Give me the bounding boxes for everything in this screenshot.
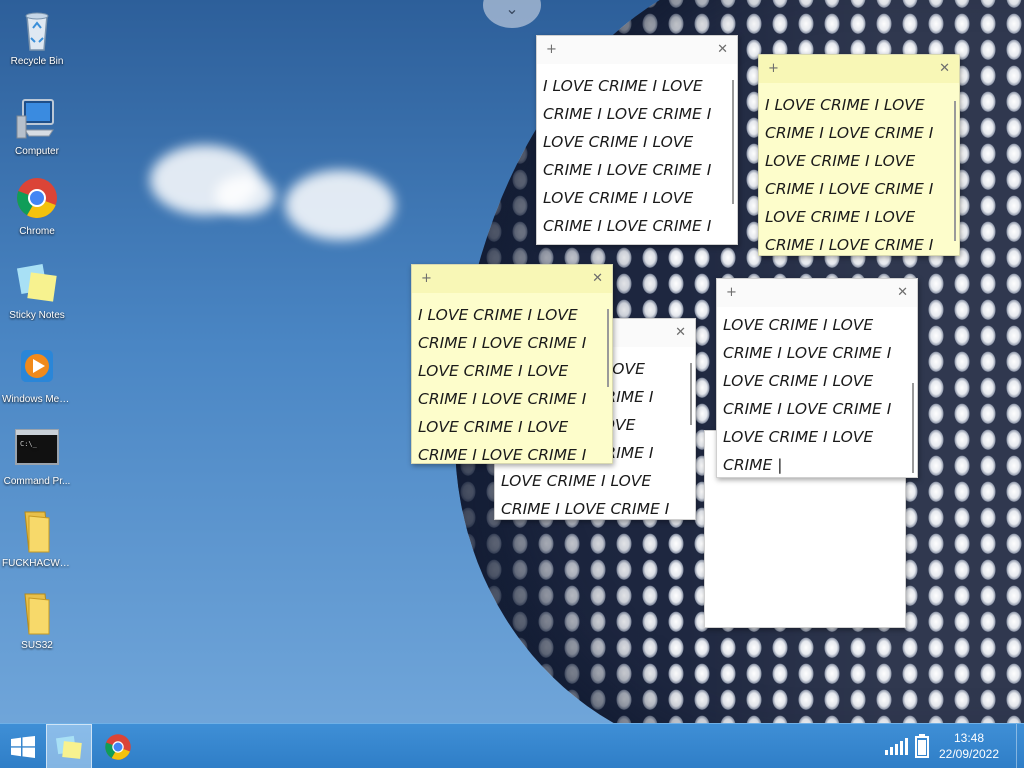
show-desktop-button[interactable] xyxy=(1016,724,1024,768)
svg-text:C:\_: C:\_ xyxy=(20,440,38,448)
cloud xyxy=(215,175,275,215)
desktop-icon-label: Recycle Bin xyxy=(10,56,64,67)
close-icon[interactable]: ✕ xyxy=(897,285,908,300)
desktop-icon-label: FUCKHACWI8.1 xyxy=(2,558,74,569)
desktop-icon-recycle-bin[interactable]: Recycle Bin xyxy=(0,6,74,67)
taskbar: 13:48 22/09/2022 xyxy=(0,723,1024,768)
sticky-note-scrollbar[interactable] xyxy=(732,80,734,204)
desktop-icon-label: SUS32 xyxy=(21,640,53,651)
sticky-notes-icon xyxy=(55,735,82,759)
desktop-icon-label: Sticky Notes xyxy=(9,310,65,321)
add-note-icon[interactable]: + xyxy=(768,61,779,76)
start-button[interactable] xyxy=(0,724,46,768)
desktop-icon-folder[interactable]: SUS32 xyxy=(0,590,74,651)
desktop-icon-folder[interactable]: FUCKHACWI8.1 xyxy=(0,508,74,569)
chrome-icon xyxy=(105,733,131,760)
sticky-note-titlebar[interactable]: + ✕ xyxy=(717,279,917,307)
sticky-note[interactable]: + ✕ I LOVE CRIME I LOVE CRIME I LOVE CRI… xyxy=(411,264,613,464)
windows-logo-icon xyxy=(11,735,35,758)
desktop-icon-chrome[interactable]: Chrome xyxy=(0,176,74,237)
sticky-note-scrollbar[interactable] xyxy=(954,101,956,241)
sticky-note-titlebar[interactable]: + ✕ xyxy=(412,265,612,293)
close-icon[interactable]: ✕ xyxy=(675,325,686,340)
windows-media-player-icon xyxy=(15,344,59,390)
sticky-note-scrollbar[interactable] xyxy=(912,383,914,473)
add-note-icon[interactable]: + xyxy=(421,271,432,286)
computer-icon xyxy=(15,96,59,142)
desktop-icon-sticky-notes[interactable]: Sticky Notes xyxy=(0,260,74,321)
close-icon[interactable]: ✕ xyxy=(717,42,728,57)
taskbar-sticky-notes-button[interactable] xyxy=(46,724,92,768)
clock[interactable]: 13:48 22/09/2022 xyxy=(934,730,1004,762)
desktop-icon-command-prompt[interactable]: C:\_ Command Pr... xyxy=(0,426,74,487)
folder-icon xyxy=(15,508,59,554)
desktop-icon-windows-media-player[interactable]: Windows Med... xyxy=(0,344,74,405)
desktop-icon-label: Computer xyxy=(15,146,59,157)
sticky-notes-icon xyxy=(15,260,59,306)
folder-icon xyxy=(15,590,59,636)
clock-time: 13:48 xyxy=(953,731,985,745)
sticky-note[interactable]: + ✕ I LOVE CRIME I LOVE CRIME I LOVE CRI… xyxy=(536,35,738,245)
chrome-icon xyxy=(15,176,59,222)
sticky-note-text[interactable]: I LOVE CRIME I LOVE CRIME I LOVE CRIME I… xyxy=(543,72,723,240)
battery-icon[interactable] xyxy=(915,734,929,762)
command-prompt-icon: C:\_ xyxy=(15,426,59,472)
desktop-icon-label: Windows Med... xyxy=(2,394,74,405)
recycle-bin-icon xyxy=(15,6,59,52)
sticky-note[interactable]: + ✕ I LOVE CRIME I LOVE CRIME I LOVE CRI… xyxy=(758,54,960,256)
cloud xyxy=(285,170,395,240)
taskbar-chrome-button[interactable] xyxy=(95,724,141,768)
close-icon[interactable]: ✕ xyxy=(939,61,950,76)
sticky-note-text[interactable]: LOVE CRIME I LOVE CRIME I LOVE CRIME I L… xyxy=(723,311,903,477)
chevron-down-icon[interactable]: ⌄ xyxy=(483,0,541,28)
sticky-note[interactable]: + ✕ LOVE CRIME I LOVE CRIME I LOVE CRIME… xyxy=(716,278,918,478)
sticky-note-text[interactable] xyxy=(711,461,891,621)
sticky-note-text[interactable]: I LOVE CRIME I LOVE CRIME I LOVE CRIME I… xyxy=(765,91,945,255)
add-note-icon[interactable]: + xyxy=(726,285,737,300)
sticky-note-text[interactable]: I LOVE CRIME I LOVE CRIME I LOVE CRIME I… xyxy=(418,301,598,463)
sticky-note-titlebar[interactable]: + ✕ xyxy=(537,36,737,64)
sticky-note-scrollbar[interactable] xyxy=(607,309,609,387)
add-note-icon[interactable]: + xyxy=(546,42,557,57)
signal-strength-icon[interactable] xyxy=(884,736,908,760)
sticky-note-scrollbar[interactable] xyxy=(690,363,692,425)
clock-date: 22/09/2022 xyxy=(938,747,1000,761)
close-icon[interactable]: ✕ xyxy=(592,271,603,286)
desktop-icon-label: Chrome xyxy=(19,226,55,237)
desktop-icon-label: Command Pr... xyxy=(3,476,71,487)
desktop-icon-computer[interactable]: Computer xyxy=(0,96,74,157)
sticky-note-titlebar[interactable]: + ✕ xyxy=(759,55,959,83)
